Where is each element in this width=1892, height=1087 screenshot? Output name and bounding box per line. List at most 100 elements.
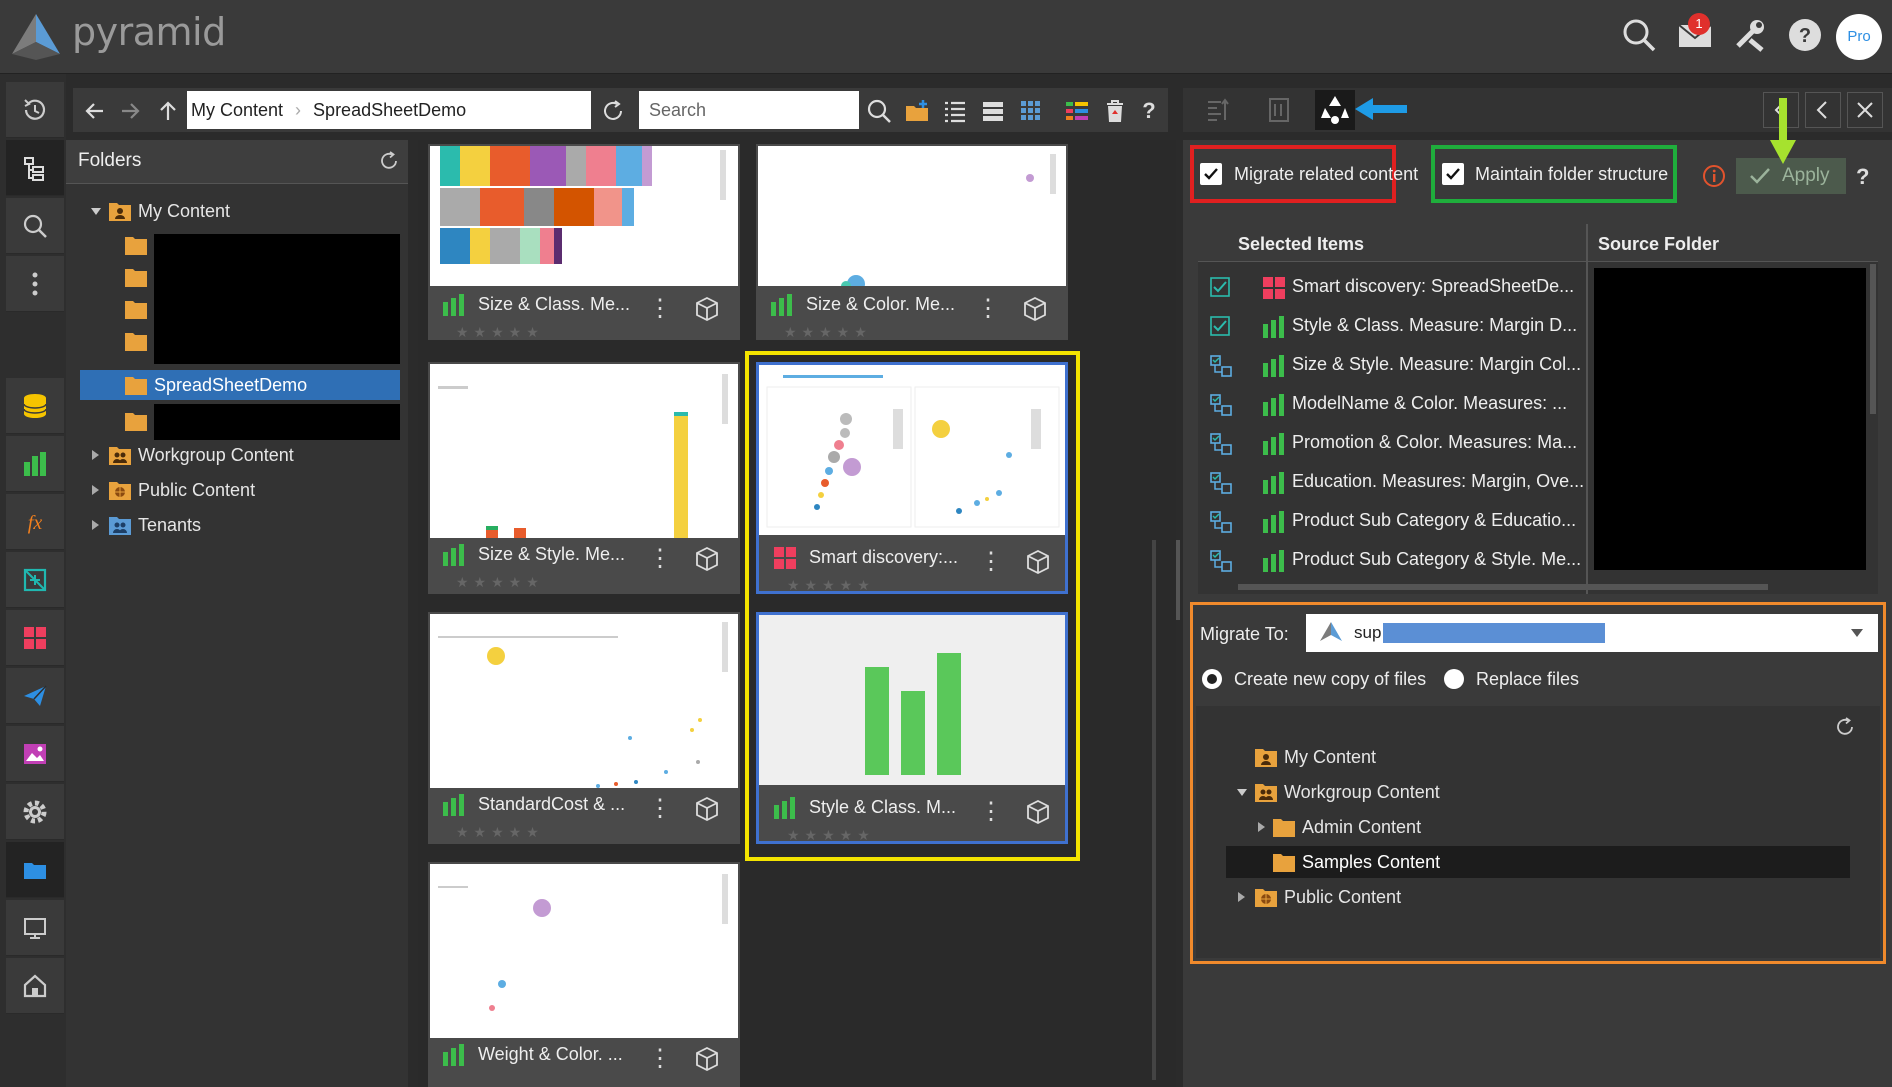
search-nav-icon[interactable] [6, 198, 64, 254]
admin-gear-icon[interactable] [6, 784, 64, 840]
content-tree-icon[interactable] [6, 140, 64, 196]
related-item-icon[interactable] [1210, 550, 1232, 572]
model-icon[interactable] [6, 552, 64, 608]
present-mode-icon[interactable] [6, 900, 64, 956]
back-panel-icon[interactable] [1805, 92, 1841, 128]
tree-item-tenants[interactable]: Tenants [138, 515, 201, 536]
list-view-icon[interactable] [940, 96, 970, 126]
expand-arrow-icon[interactable] [90, 484, 100, 496]
cube-icon[interactable] [694, 546, 720, 572]
related-item-icon[interactable] [1210, 472, 1232, 494]
column-header-selected-items[interactable]: Selected Items [1238, 234, 1364, 255]
card-menu-icon[interactable]: ⋮ [648, 794, 672, 823]
tree-item-public-content[interactable]: Public Content [138, 480, 255, 501]
collapse-arrow-icon[interactable] [1236, 786, 1248, 798]
related-item-icon[interactable] [1210, 355, 1232, 377]
radio-replace[interactable] [1444, 669, 1464, 689]
table-row[interactable]: ModelName & Color. Measures: ... [1198, 385, 1588, 424]
tree-item-my-content[interactable]: My Content [138, 201, 230, 222]
expand-arrow-icon[interactable] [90, 519, 100, 531]
migrate-to-select[interactable]: sup [1306, 614, 1878, 652]
maintain-structure-label[interactable]: Maintain folder structure [1475, 164, 1668, 185]
migrate-related-checkbox[interactable] [1200, 163, 1222, 185]
target-samples-content[interactable]: Samples Content [1302, 852, 1440, 873]
table-row[interactable]: Education. Measures: Margin, Ove... [1198, 463, 1588, 502]
discover-icon[interactable] [6, 436, 64, 492]
option-new-copy-label[interactable]: Create new copy of files [1234, 669, 1426, 690]
expand-arrow-icon[interactable] [90, 449, 100, 461]
expand-arrow-icon[interactable] [1236, 891, 1246, 903]
rating-stars[interactable]: ★★★★★ [784, 324, 872, 341]
cube-icon[interactable] [694, 1046, 720, 1072]
row-checked-icon[interactable] [1210, 316, 1230, 336]
panel-splitter[interactable] [1176, 540, 1180, 620]
grid-view-icon[interactable] [1016, 96, 1046, 126]
table-row[interactable]: Product Sub Category & Style. Me... [1198, 541, 1588, 580]
search-button-icon[interactable] [864, 96, 894, 126]
panel-help-icon[interactable]: ? [1856, 164, 1869, 190]
radio-new-copy[interactable] [1202, 669, 1222, 689]
content-card[interactable]: Size & Class. Me... ★★★★★ ⋮ [428, 144, 740, 340]
grid-scrollbar[interactable] [1152, 540, 1156, 1080]
user-avatar[interactable]: Pro [1836, 14, 1882, 60]
related-item-icon[interactable] [1210, 394, 1232, 416]
new-folder-icon[interactable] [902, 96, 932, 126]
row-checked-icon[interactable] [1210, 277, 1230, 297]
refresh-folders-icon[interactable] [378, 150, 400, 172]
back-arrow-icon[interactable] [80, 96, 110, 126]
detail-view-icon[interactable] [978, 96, 1008, 126]
present-icon[interactable] [6, 610, 64, 666]
cube-icon[interactable] [1022, 296, 1048, 322]
rating-stars[interactable]: ★★★★★ [456, 574, 544, 591]
search-icon[interactable] [1620, 16, 1658, 54]
related-item-icon[interactable] [1210, 511, 1232, 533]
card-menu-icon[interactable]: ⋮ [976, 294, 1000, 323]
table-row[interactable]: Style & Class. Measure: Margin D... [1198, 307, 1588, 346]
tree-item-spreadsheetdemo[interactable]: SpreadSheetDemo [154, 375, 307, 396]
rating-stars[interactable]: ★★★★★ [456, 824, 544, 841]
maintain-structure-checkbox[interactable] [1442, 163, 1464, 185]
publish-icon[interactable] [6, 668, 64, 724]
recent-icon[interactable] [6, 82, 64, 138]
tools-icon[interactable] [1732, 16, 1770, 54]
target-admin-content[interactable]: Admin Content [1302, 817, 1421, 838]
content-card[interactable]: Size & Style. Me... ★★★★★ ⋮ [428, 362, 740, 594]
info-warning-icon[interactable] [1702, 164, 1726, 188]
folder-icon[interactable] [124, 234, 148, 256]
target-workgroup-content[interactable]: Workgroup Content [1284, 782, 1440, 803]
close-icon[interactable] [1847, 92, 1883, 128]
pyramid-logo-icon[interactable] [8, 12, 64, 62]
content-type-filter-icon[interactable] [1062, 96, 1092, 126]
cube-icon[interactable] [694, 296, 720, 322]
collapse-arrow-icon[interactable] [90, 205, 102, 217]
folder-icon[interactable] [124, 410, 148, 432]
card-menu-icon[interactable]: ⋮ [648, 1044, 672, 1073]
table-scrollbar[interactable] [1870, 264, 1876, 414]
column-header-source-folder[interactable]: Source Folder [1598, 234, 1719, 255]
target-public-content[interactable]: Public Content [1284, 887, 1401, 908]
help-icon[interactable]: ? [1786, 16, 1824, 54]
folder-icon[interactable] [124, 298, 148, 320]
content-card[interactable]: StandardCost & ... ★★★★★ ⋮ [428, 612, 740, 844]
related-item-icon[interactable] [1210, 433, 1232, 455]
target-my-content[interactable]: My Content [1284, 747, 1376, 768]
content-card[interactable]: Size & Color. Me... ★★★★★ ⋮ [756, 144, 1068, 340]
forward-arrow-icon[interactable] [115, 96, 145, 126]
rating-stars[interactable]: ★★★★★ [456, 324, 544, 341]
data-icon[interactable] [6, 378, 64, 434]
folder-icon[interactable] [124, 330, 148, 352]
illustrate-icon[interactable] [6, 726, 64, 782]
folder-icon[interactable] [124, 266, 148, 288]
option-replace-label[interactable]: Replace files [1476, 669, 1579, 690]
breadcrumb-item[interactable]: My Content [191, 100, 283, 121]
help-question-icon[interactable]: ? [1134, 96, 1164, 126]
more-icon[interactable] [6, 256, 64, 312]
table-row[interactable]: Smart discovery: SpreadSheetDe... [1198, 268, 1588, 307]
search-input[interactable]: Search [639, 91, 859, 129]
migrate-tool-button[interactable] [1315, 90, 1355, 130]
breadcrumb[interactable]: My Content › SpreadSheetDemo [187, 91, 591, 129]
refresh-target-icon[interactable] [1834, 716, 1856, 738]
expand-arrow-icon[interactable] [1256, 821, 1266, 833]
properties-icon[interactable] [1205, 96, 1233, 124]
cube-icon[interactable] [694, 796, 720, 822]
